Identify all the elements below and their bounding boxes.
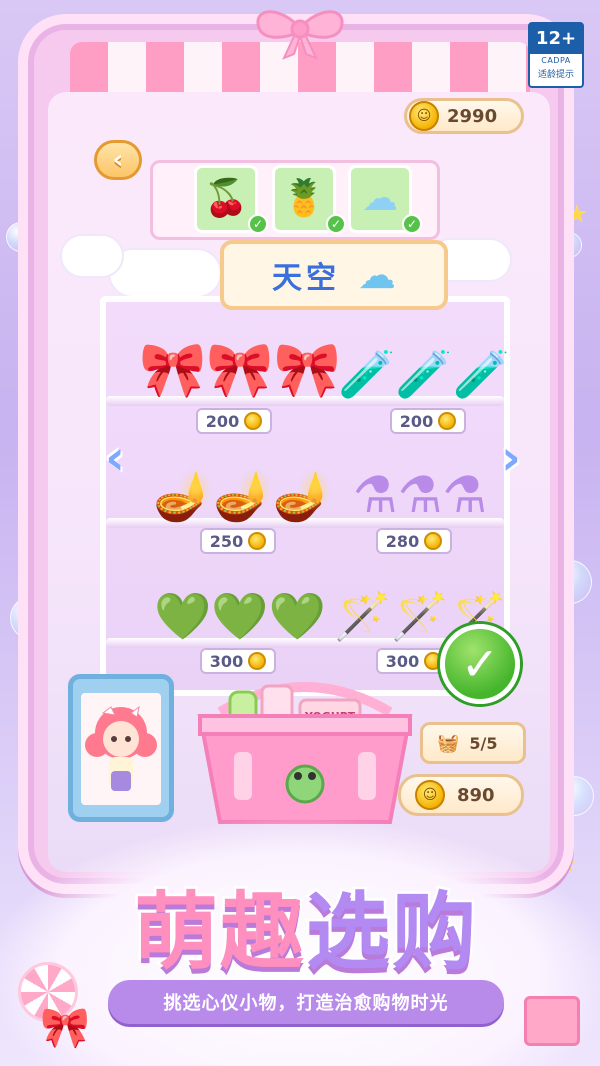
coin-icon — [248, 652, 267, 670]
price-tag: 200 — [196, 408, 272, 434]
back-arrow-icon: ‹ — [112, 145, 124, 175]
coin-icon: ☺ — [409, 101, 439, 131]
basket-icon: 🧺 — [437, 732, 460, 754]
cloud-icon: ☁ — [362, 178, 398, 219]
cloud-icon: ☁ — [358, 253, 396, 297]
cloud-decoration — [110, 250, 220, 296]
age-rating-badge: 12+ CADPA 适龄提示 — [528, 22, 584, 88]
back-button[interactable]: ‹ — [94, 140, 142, 180]
coin-icon — [248, 532, 267, 550]
coin-icon — [438, 412, 457, 430]
phone-screen — [81, 693, 161, 805]
check-icon: ✓ — [326, 214, 346, 234]
title-char: 购 — [390, 880, 479, 983]
confirm-button[interactable]: ✓ — [440, 624, 520, 704]
product-crown-potion-bottles[interactable]: 🧪 🧪 🧪 — [338, 318, 510, 402]
coin-balance: ☺ 2990 — [404, 98, 524, 134]
coin-icon — [244, 412, 263, 430]
gift-icon — [524, 996, 580, 1046]
bow-icon — [256, 10, 344, 60]
price-tag: 300 — [200, 648, 276, 674]
banner-subtitle: 挑选心仪小物，打造治愈购物时光 — [108, 980, 504, 1024]
product-heart-green-bottles[interactable]: 💚 💚 💚 — [150, 564, 330, 644]
girl-avatar-icon — [85, 705, 157, 791]
age-rating-number: 12+ — [530, 24, 582, 54]
coin-icon: ☺ — [415, 780, 445, 810]
coin-icon — [424, 532, 443, 550]
chevron-left-icon: ‹ — [105, 430, 125, 486]
shopping-basket: YOGURT — [197, 682, 413, 824]
bow-icon: 🎀 — [40, 1005, 90, 1051]
banner-title: 萌 趣 选 购 — [70, 870, 540, 983]
purchase-total-value: 890 — [457, 784, 495, 806]
chevron-right-icon: › — [501, 430, 521, 486]
check-icon: ✓ — [460, 637, 500, 691]
product-heart-potion-flasks[interactable]: ⚗ ⚗ ⚗ — [340, 440, 500, 524]
cloud-decoration — [62, 236, 122, 276]
title-char: 萌 — [131, 880, 220, 983]
price-tag: 200 — [390, 408, 466, 434]
title-char: 趣 — [217, 880, 306, 983]
check-icon: ✓ — [402, 214, 422, 234]
next-shelf-arrow[interactable]: › — [494, 428, 528, 488]
category-label: 天空 — [272, 261, 340, 296]
basket-count-value: 5/5 — [469, 733, 498, 753]
pineapple-icon: 🍍 — [281, 178, 327, 219]
purchase-total: ☺ 890 — [398, 774, 524, 816]
product-golden-lamps[interactable]: 🪔 🪔 🪔 — [148, 440, 338, 524]
title-char: 选 — [303, 880, 392, 983]
age-rating-label: 适龄提示 — [537, 70, 574, 80]
prev-shelf-arrow[interactable]: ‹ — [98, 428, 132, 488]
cherry-icon: 🍒 — [203, 178, 249, 219]
basket-count: 🧺 5/5 — [420, 722, 526, 764]
phone-character-card[interactable] — [68, 674, 174, 822]
product-bow-perfume-bottles[interactable]: 🎀 🎀 🎀 — [139, 318, 341, 402]
category-sign: 天空 ☁ — [220, 240, 448, 310]
price-tag: 280 — [376, 528, 452, 554]
coin-balance-value: 2990 — [447, 105, 498, 127]
price-tag: 250 — [200, 528, 276, 554]
check-icon: ✓ — [248, 214, 268, 234]
age-rating-org: CADPA — [541, 56, 571, 65]
